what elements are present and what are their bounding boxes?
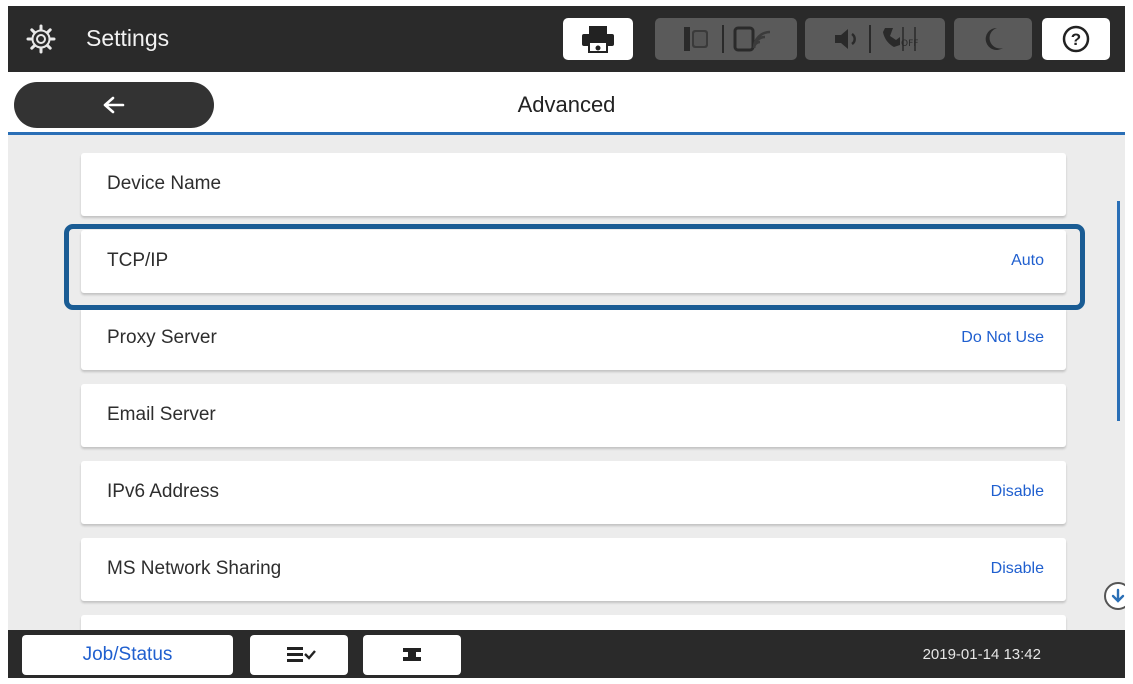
list-item-value: Do Not Use bbox=[961, 329, 1044, 346]
list-item-label: MS Network Sharing bbox=[107, 558, 282, 579]
list-item-label: IPv6 Address bbox=[107, 481, 219, 502]
svg-text:OFF: OFF bbox=[901, 39, 918, 49]
status-bar: Settings OFF ? bbox=[8, 6, 1125, 72]
list-item-label: Email Server bbox=[107, 404, 216, 425]
output-tray-icon bbox=[403, 648, 421, 661]
date-time: 2019-01-14 13:42 bbox=[922, 646, 1041, 663]
help-button[interactable]: ? bbox=[1042, 18, 1110, 60]
list-item-label: Device Name bbox=[107, 173, 222, 194]
job-list-button[interactable] bbox=[363, 635, 461, 675]
wifi-icon bbox=[733, 26, 771, 52]
ethernet-icon bbox=[684, 27, 708, 51]
gear-icon bbox=[26, 24, 56, 54]
list-item-device-name[interactable]: Device Name bbox=[81, 153, 1066, 216]
network-status-button[interactable] bbox=[655, 18, 797, 60]
job-status-button[interactable]: Job/Status bbox=[22, 635, 233, 675]
list-item-proxy-server[interactable]: Proxy Server Do Not Use bbox=[81, 307, 1066, 370]
printer-panel-screen: Settings OFF ? Advanced Device Name TCP/… bbox=[8, 6, 1125, 678]
svg-text:?: ? bbox=[1071, 30, 1081, 49]
stop-menu-button[interactable] bbox=[250, 635, 348, 675]
printer-status-button[interactable] bbox=[563, 18, 633, 60]
stop-icon bbox=[287, 647, 316, 662]
moon-icon bbox=[985, 27, 1003, 50]
list-item-value: Disable bbox=[990, 560, 1044, 577]
printer-icon bbox=[582, 26, 614, 53]
screen-title: Settings bbox=[86, 25, 170, 51]
scroll-down-button[interactable] bbox=[1104, 582, 1125, 610]
list-item-ms-network-sharing[interactable]: MS Network Sharing Disable bbox=[81, 538, 1066, 601]
bottom-bar: Job/Status 2019-01-14 13:42 bbox=[8, 630, 1125, 678]
list-item-email-server[interactable]: Email Server bbox=[81, 384, 1066, 447]
scrollbar[interactable] bbox=[1117, 201, 1120, 421]
arrow-down-icon bbox=[1111, 588, 1125, 603]
speaker-icon bbox=[835, 29, 856, 49]
sound-fax-status-button[interactable]: OFF bbox=[805, 18, 945, 60]
page-title: Advanced bbox=[517, 92, 616, 117]
list-item-label: Proxy Server bbox=[107, 327, 217, 348]
divider bbox=[869, 25, 871, 53]
list-item-value: Disable bbox=[990, 483, 1044, 500]
sleep-button[interactable] bbox=[954, 18, 1032, 60]
list-item-ipv6-address[interactable]: IPv6 Address Disable bbox=[81, 461, 1066, 524]
selection-highlight bbox=[64, 224, 1085, 310]
divider bbox=[722, 25, 724, 53]
page-header: Advanced bbox=[8, 72, 1125, 135]
fax-off-icon: OFF bbox=[883, 27, 918, 51]
help-icon: ? bbox=[1062, 25, 1090, 53]
